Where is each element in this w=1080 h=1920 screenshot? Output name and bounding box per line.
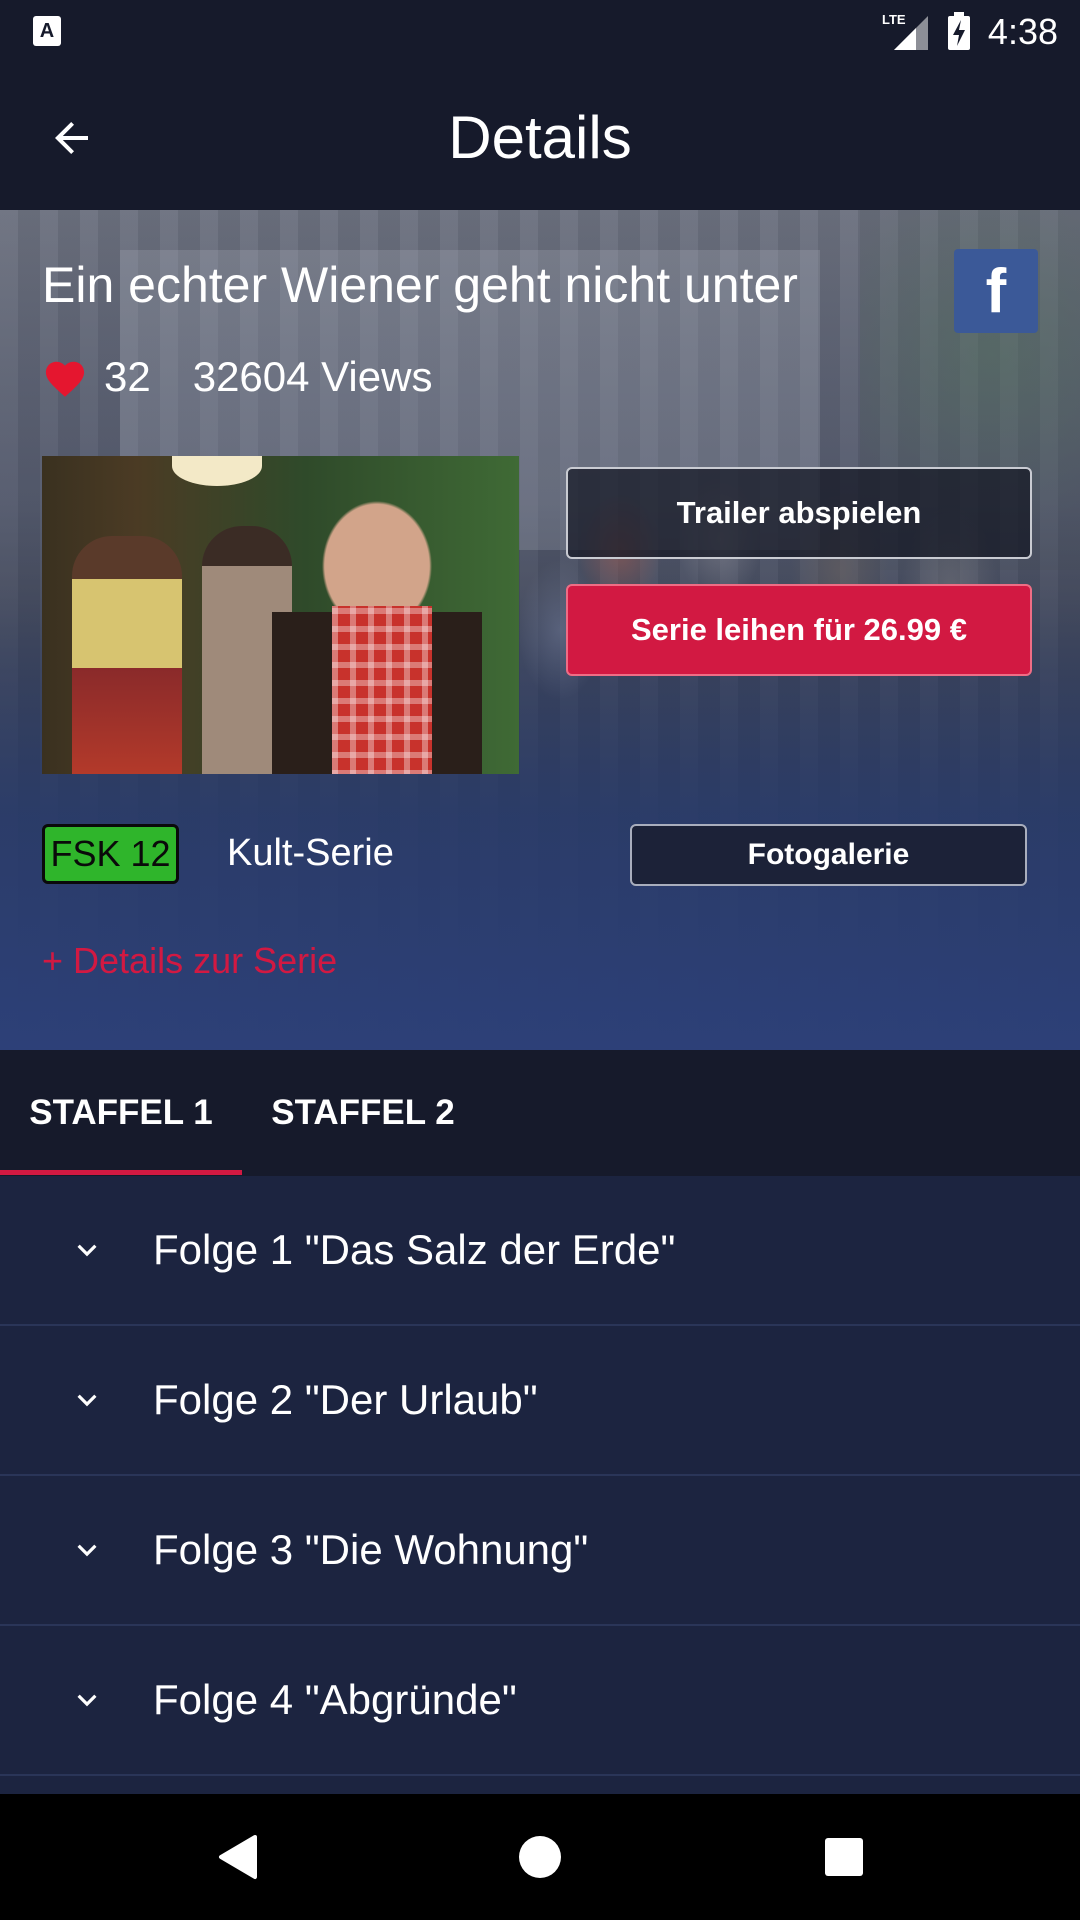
svg-text:LTE: LTE [882, 12, 906, 27]
episode-item[interactable]: Folge 2 "Der Urlaub" [0, 1326, 1080, 1476]
battery-charging-icon [947, 12, 970, 50]
episode-title: Folge 1 "Das Salz der Erde" [153, 1226, 676, 1273]
tab-season-2[interactable]: STAFFEL 2 [242, 1050, 484, 1176]
screen: A LTE 4:38 Details Ein echter Wiener geh… [0, 0, 1080, 1920]
status-time: 4:38 [987, 11, 1058, 52]
rent-series-button[interactable]: Serie leihen für 26.99 € [566, 584, 1032, 676]
system-nav-bar [0, 1794, 1080, 1920]
keyboard-notification-icon: A [33, 16, 61, 46]
chevron-down-icon [77, 1544, 97, 1557]
episode-list: Folge 1 "Das Salz der Erde" Folge 2 "Der… [0, 1176, 1080, 1794]
series-thumbnail [42, 456, 519, 774]
triangle-back-icon [219, 1835, 257, 1879]
fsk-rating-badge: FSK 12 [42, 824, 179, 884]
tab-season-1[interactable]: STAFFEL 1 [0, 1050, 242, 1176]
nav-home-button[interactable] [510, 1827, 570, 1887]
nav-back-button[interactable] [207, 1827, 267, 1887]
app-bar: Details [0, 63, 1080, 210]
episode-title: Folge 2 "Der Urlaub" [153, 1376, 538, 1423]
chevron-down-icon [77, 1394, 97, 1407]
status-icons: LTE 4:38 [882, 8, 1058, 56]
episode-item[interactable] [0, 1776, 1080, 1794]
square-recents-icon [825, 1838, 863, 1876]
views-count: 32604 Views [192, 353, 433, 400]
circle-home-icon [519, 1836, 561, 1878]
play-trailer-button[interactable]: Trailer abspielen [566, 467, 1032, 559]
episode-title: Folge 3 "Die Wohnung" [153, 1526, 589, 1573]
episode-item[interactable]: Folge 3 "Die Wohnung" [0, 1476, 1080, 1626]
facebook-share-button[interactable]: f [954, 249, 1038, 333]
series-details-link[interactable]: + Details zur Serie [42, 940, 337, 982]
nav-recents-button[interactable] [814, 1827, 874, 1887]
episode-title: Folge 4 "Abgründe" [153, 1676, 517, 1723]
page-title: Details [448, 104, 632, 171]
series-title: Ein echter Wiener geht nicht unter [42, 257, 798, 313]
genre-label: Kult-Serie [227, 832, 394, 874]
chevron-down-icon [77, 1694, 97, 1707]
episode-item[interactable]: Folge 1 "Das Salz der Erde" [0, 1176, 1080, 1326]
series-header: Ein echter Wiener geht nicht unter f 32 … [0, 210, 1080, 1050]
chevron-down-icon [77, 1244, 97, 1257]
active-tab-indicator [0, 1170, 242, 1175]
photo-gallery-button[interactable]: Fotogalerie [630, 824, 1027, 886]
lte-signal-icon: LTE [882, 12, 928, 50]
status-bar: A LTE 4:38 [0, 0, 1080, 63]
facebook-icon: f [985, 256, 1007, 326]
likes-count: 32 [104, 353, 151, 400]
season-tabs: STAFFEL 1 STAFFEL 2 [0, 1050, 1080, 1176]
episode-item[interactable]: Folge 4 "Abgründe" [0, 1626, 1080, 1776]
heart-icon[interactable] [42, 356, 88, 398]
series-stats: 32 32604 Views [42, 347, 432, 407]
